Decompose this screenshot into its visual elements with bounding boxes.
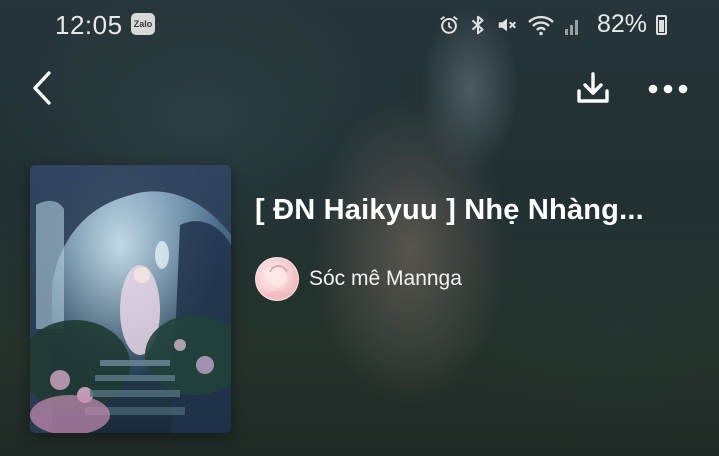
status-time: 12:05 (55, 10, 123, 40)
status-bar: 12:05 Zalo 82% (0, 0, 719, 52)
bluetooth-icon (471, 15, 484, 34)
mute-icon (498, 18, 516, 31)
more-options-icon (648, 84, 688, 94)
zalo-notification-icon: Zalo (131, 13, 155, 35)
more-options-button[interactable] (644, 70, 692, 108)
download-button[interactable] (570, 66, 616, 112)
author-name[interactable]: Sóc mê Mannga (309, 267, 462, 291)
author-row[interactable]: Sóc mê Mannga (255, 257, 462, 301)
book-cover-image (30, 165, 231, 433)
wifi-icon (528, 15, 554, 35)
alarm-icon (440, 15, 458, 34)
back-button[interactable] (22, 66, 62, 110)
battery-icon (656, 14, 667, 35)
author-avatar[interactable] (255, 257, 299, 301)
download-icon (577, 72, 609, 103)
avatar-image (264, 265, 292, 298)
back-arrow-icon (33, 71, 51, 105)
battery-percent: 82% (596, 10, 647, 38)
signal-icon (564, 19, 578, 35)
book-cover[interactable] (30, 165, 231, 433)
status-icons: 82% (438, 10, 667, 39)
book-title: [ ĐN Haikyuu ] Nhẹ Nhàng... (255, 194, 644, 226)
